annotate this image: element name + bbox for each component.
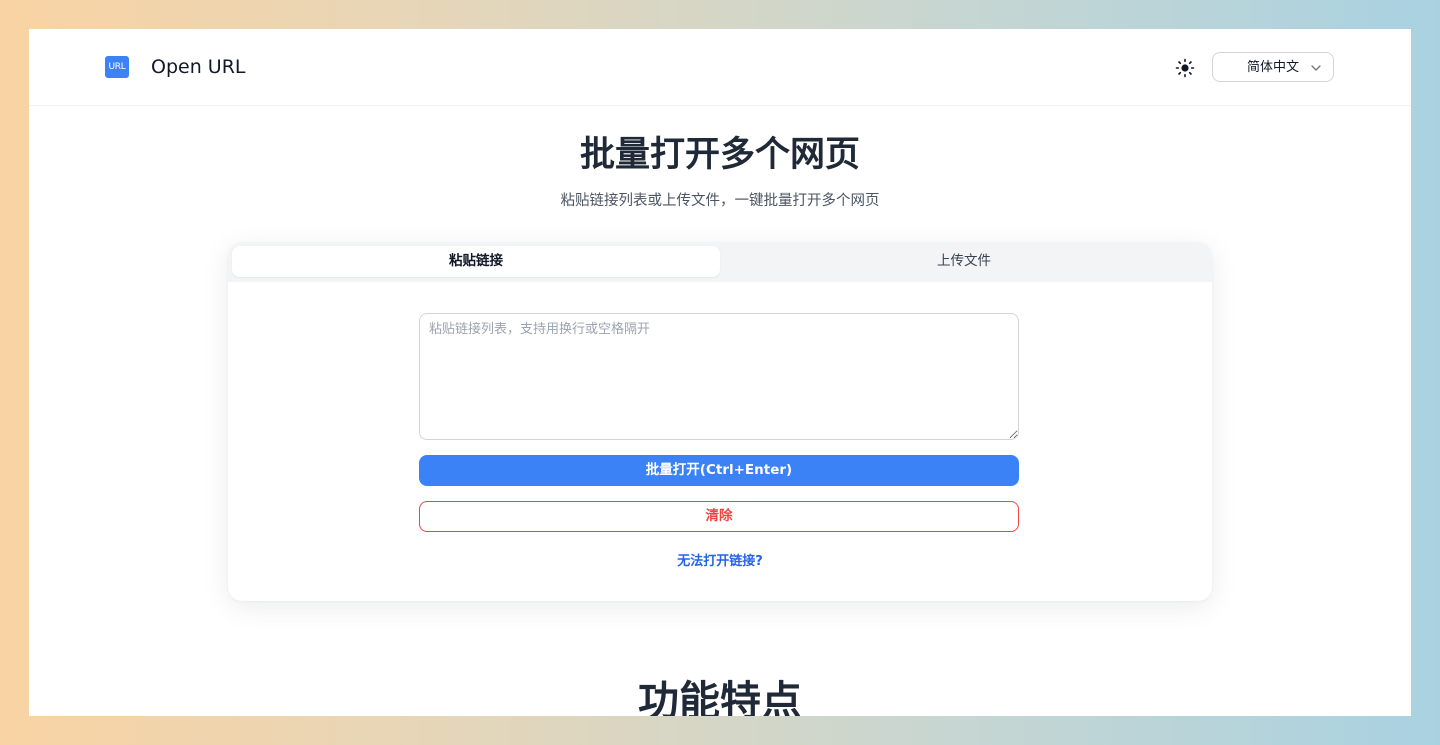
app-title[interactable]: Open URL — [151, 54, 245, 80]
sun-icon — [1175, 58, 1195, 78]
chevron-down-icon — [1311, 65, 1321, 71]
input-card: 粘贴链接 上传文件 批量打开(Ctrl+Enter) 清除 无法打开链接? — [228, 242, 1212, 601]
help-link-container: 无法打开链接? — [228, 553, 1212, 571]
tab-upload-file[interactable]: 上传文件 — [720, 246, 1208, 277]
page-subtitle: 粘贴链接列表或上传文件，一键批量打开多个网页 — [560, 193, 880, 209]
cannot-open-links-help-link[interactable]: 无法打开链接? — [677, 554, 763, 569]
page-title: 批量打开多个网页 — [579, 135, 860, 175]
tab-bar: 粘贴链接 上传文件 — [228, 242, 1212, 282]
theme-toggle-button[interactable] — [1172, 55, 1198, 81]
logo-icon[interactable]: URL — [105, 56, 129, 78]
tab-paste-links[interactable]: 粘贴链接 — [232, 246, 720, 277]
clear-button[interactable]: 清除 — [419, 501, 1019, 532]
page-frame: URL Open URL 简体中文 批量打开多个网页 粘贴链接列表或上传文件，一… — [29, 29, 1411, 716]
url-list-textarea[interactable] — [419, 313, 1019, 440]
features-section-title: 功能特点 — [638, 677, 802, 716]
language-select[interactable]: 简体中文 — [1212, 52, 1334, 82]
batch-open-button[interactable]: 批量打开(Ctrl+Enter) — [419, 455, 1019, 486]
language-select-value: 简体中文 — [1247, 60, 1300, 75]
top-header: URL Open URL 简体中文 — [29, 29, 1411, 106]
